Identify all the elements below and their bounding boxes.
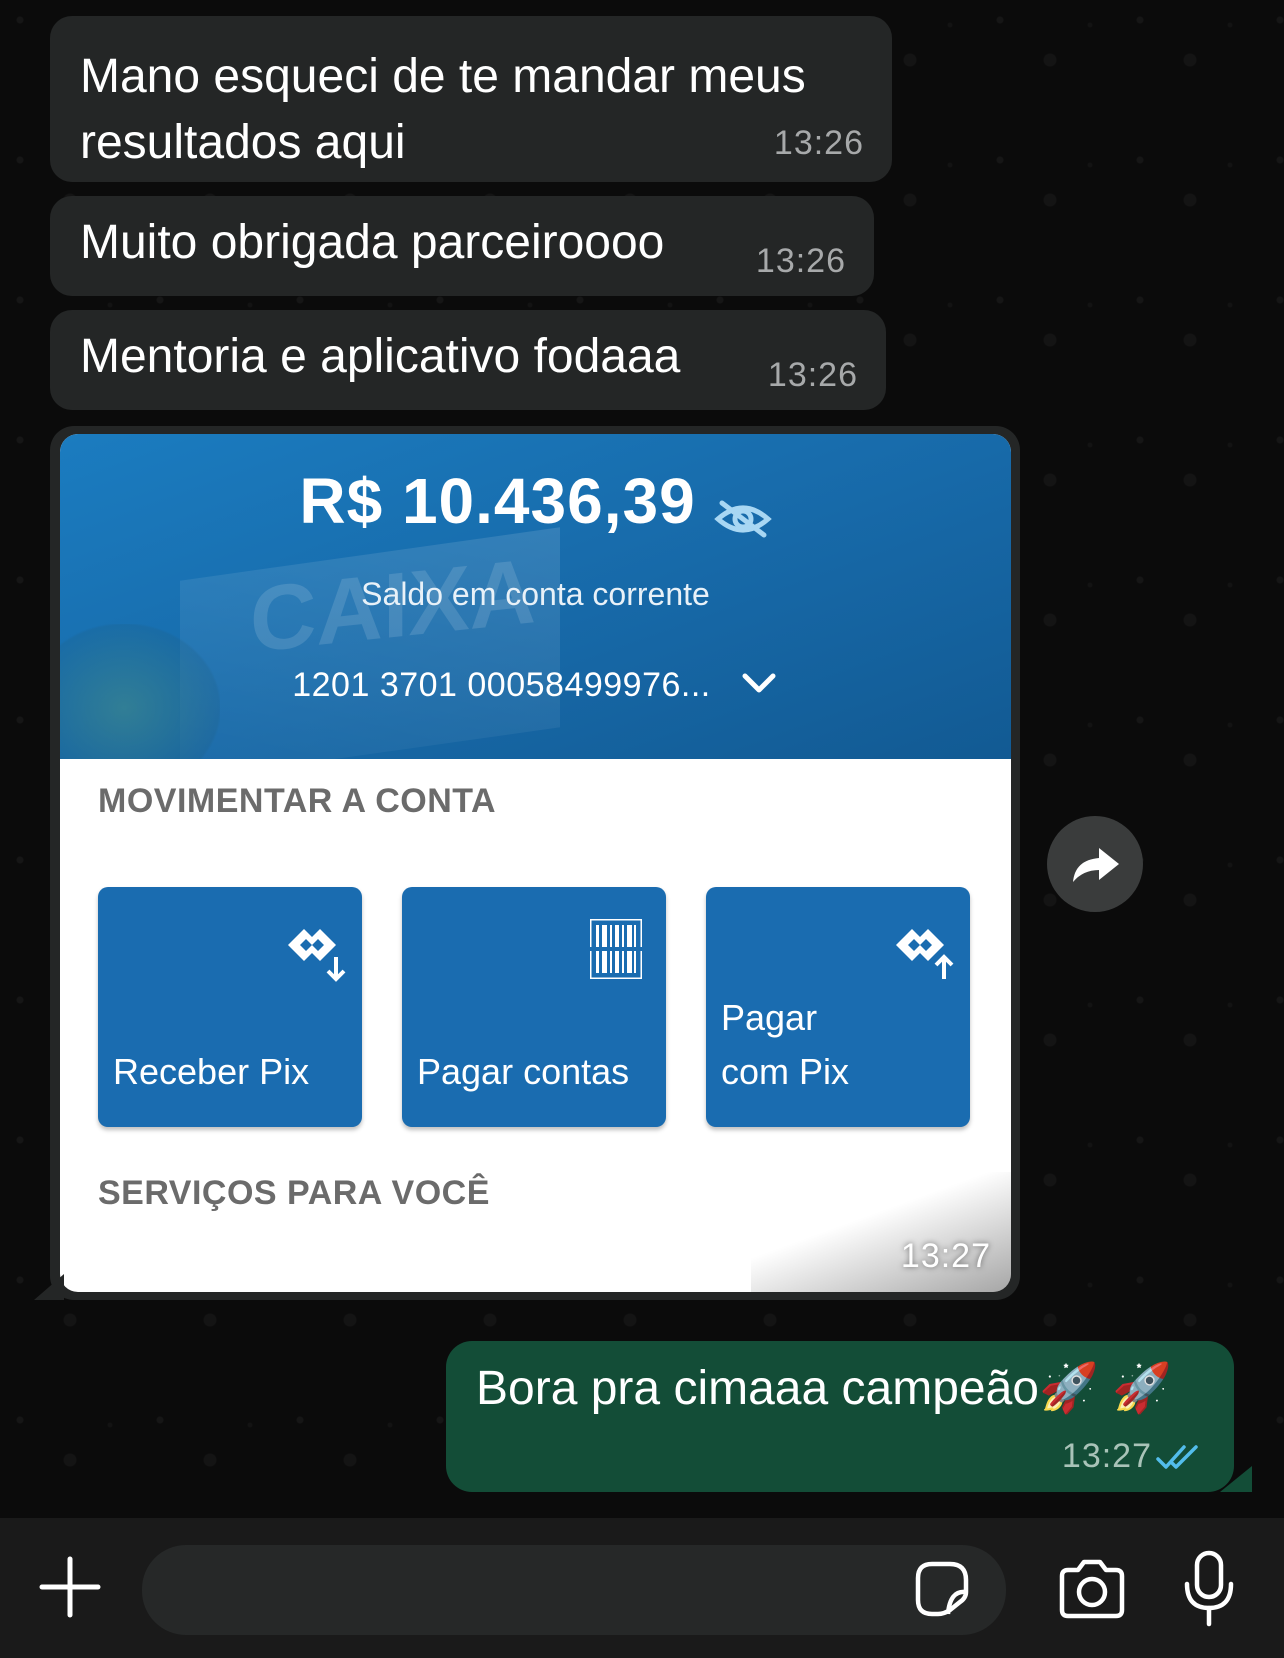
- image-bubble-tail: [34, 1274, 64, 1300]
- account-number-row: 1201 3701 00058499976...: [60, 666, 1011, 705]
- image-message[interactable]: CAIXA R$ 10.436,39 Saldo em conta corren…: [50, 426, 1020, 1300]
- sticker-button[interactable]: [910, 1558, 972, 1620]
- balance-value-row: R$ 10.436,39: [60, 464, 1011, 538]
- camera-icon: [1059, 1559, 1125, 1619]
- pix-send-icon: [884, 917, 956, 992]
- message-text: Bora pra cimaaa campeão🚀 🚀: [476, 1362, 1172, 1415]
- double-check-read-icon: [1156, 1443, 1204, 1478]
- message-text-line: Mano esqueci de te mandar meus: [80, 50, 806, 103]
- bank-balance-header: CAIXA R$ 10.436,39 Saldo em conta corren…: [60, 434, 1011, 759]
- outgoing-bubble-tail: [1220, 1466, 1252, 1492]
- tile-label: Pagar contas: [417, 1051, 630, 1092]
- message-time: 13:26: [755, 242, 846, 280]
- message-time: 13:27: [1061, 1437, 1152, 1475]
- message-text-line: resultados aqui: [80, 116, 406, 169]
- shared-screenshot[interactable]: CAIXA R$ 10.436,39 Saldo em conta corren…: [60, 434, 1011, 1292]
- tile-receive-pix[interactable]: Receber Pix: [98, 887, 362, 1127]
- eye-hidden-icon[interactable]: [713, 480, 772, 538]
- microphone-button[interactable]: [1182, 1550, 1236, 1628]
- forward-button[interactable]: [1047, 816, 1143, 912]
- message-time: 13:27: [900, 1237, 991, 1275]
- message-time: 13:26: [767, 356, 858, 394]
- camera-button[interactable]: [1056, 1558, 1128, 1620]
- chat-background: Mano esqueci de te mandar meus resultado…: [0, 0, 1284, 1518]
- balance-amount: R$ 10.436,39: [299, 465, 696, 537]
- attach-plus-button[interactable]: [38, 1555, 102, 1619]
- sticker-icon: [915, 1561, 969, 1617]
- forward-arrow-icon: [1073, 848, 1119, 882]
- tile-label: Pagar com Pix: [721, 997, 850, 1092]
- message-input[interactable]: [142, 1545, 1006, 1635]
- incoming-message[interactable]: Muito obrigada parceiroooo 13:26: [50, 196, 874, 296]
- barcode-icon: [588, 917, 644, 984]
- message-text: Muito obrigada parceiroooo: [80, 216, 665, 269]
- message-text: Mentoria e aplicativo fodaaa: [80, 330, 681, 383]
- account-number: 1201 3701 00058499976...: [292, 666, 711, 704]
- tile-label: Receber Pix: [113, 1051, 310, 1092]
- section-title-services: SERVIÇOS PARA VOCÊ: [98, 1174, 490, 1212]
- balance-label: Saldo em conta corrente: [361, 576, 710, 612]
- message-time: 13:26: [773, 124, 864, 162]
- pix-receive-icon: [276, 917, 348, 992]
- chevron-down-icon[interactable]: [739, 668, 779, 698]
- tile-pay-with-pix[interactable]: Pagar com Pix: [706, 887, 970, 1127]
- plus-icon: [39, 1556, 101, 1618]
- incoming-message[interactable]: Mentoria e aplicativo fodaaa 13:26: [50, 310, 886, 410]
- outgoing-message[interactable]: Bora pra cimaaa campeão🚀 🚀 13:27: [446, 1341, 1234, 1492]
- tile-pay-bills[interactable]: Pagar contas: [402, 887, 666, 1127]
- incoming-message[interactable]: Mano esqueci de te mandar meus resultado…: [50, 16, 892, 182]
- microphone-icon: [1184, 1550, 1234, 1627]
- section-title-move-account: MOVIMENTAR A CONTA: [98, 782, 497, 820]
